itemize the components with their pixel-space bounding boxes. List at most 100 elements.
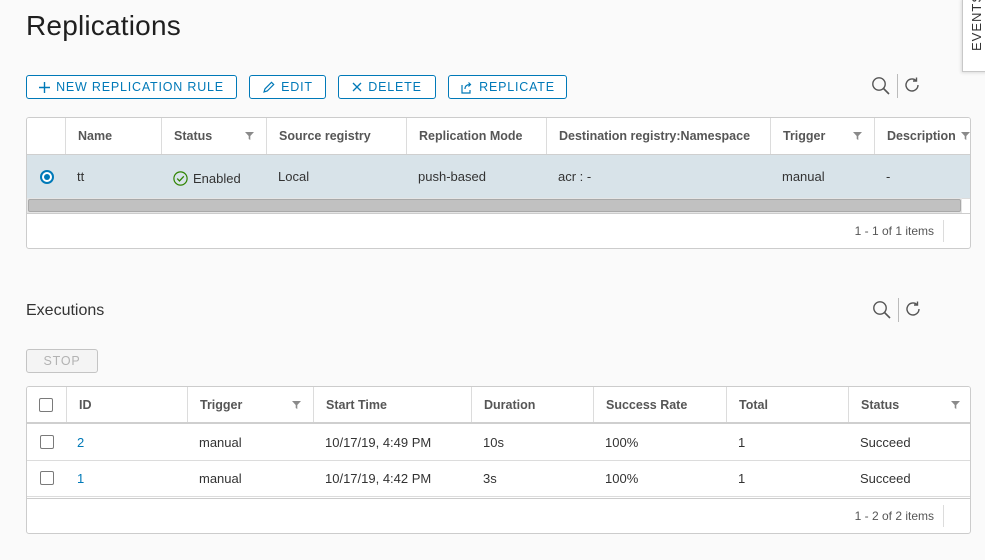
- table-row[interactable]: tt Enabled Local push-based acr : - manu…: [27, 155, 970, 199]
- execution-total: 1: [738, 434, 746, 450]
- execution-start-time: 10/17/19, 4:49 PM: [325, 434, 432, 450]
- column-header-trigger[interactable]: Trigger: [770, 118, 874, 154]
- column-header-start-time-label: Start Time: [326, 397, 387, 412]
- execution-trigger: manual: [199, 470, 242, 486]
- column-header-description[interactable]: Description: [874, 118, 970, 154]
- execution-success-rate: 100%: [605, 470, 639, 486]
- stop-label: STOP: [43, 354, 81, 368]
- check-circle-icon: [173, 171, 188, 186]
- column-header-success-rate-label: Success Rate: [606, 397, 688, 412]
- footer-divider: [943, 220, 944, 242]
- filter-icon[interactable]: [853, 132, 862, 140]
- horizontal-scrollbar[interactable]: [27, 198, 962, 213]
- table-row[interactable]: 1 manual 10/17/19, 4:42 PM 3s 100% 1 Suc…: [27, 460, 970, 497]
- rules-grid-header: Name Status Source registry Replication …: [27, 118, 970, 156]
- rule-description: -: [886, 169, 891, 184]
- rule-mode: push-based: [418, 169, 486, 184]
- column-header-name-label: Name: [78, 129, 113, 143]
- column-header-destination[interactable]: Destination registry:Namespace: [546, 118, 770, 154]
- footer-divider: [943, 505, 944, 527]
- replicate-icon: [461, 81, 472, 94]
- execution-success-rate: 100%: [605, 434, 639, 450]
- events-tab[interactable]: EVENTS: [962, 0, 985, 72]
- scrollbar-thumb[interactable]: [28, 199, 961, 212]
- execution-total: 1: [738, 470, 746, 486]
- delete-button[interactable]: DELETE: [338, 75, 436, 99]
- column-header-name[interactable]: Name: [65, 118, 161, 154]
- column-header-mode-label: Replication Mode: [419, 129, 523, 143]
- select-all-column-header: [27, 387, 66, 422]
- row-select-cell[interactable]: [27, 424, 66, 460]
- search-icon[interactable]: [871, 76, 891, 96]
- column-header-id-label: ID: [79, 397, 92, 412]
- rule-name: tt: [77, 169, 85, 184]
- row-select-cell[interactable]: [27, 155, 65, 198]
- select-column-header: [27, 118, 65, 154]
- rule-trigger: manual: [782, 169, 825, 184]
- edit-button[interactable]: EDIT: [249, 75, 326, 99]
- execution-id-link[interactable]: 2: [65, 424, 84, 460]
- column-header-id[interactable]: ID: [66, 387, 187, 422]
- column-header-source-registry[interactable]: Source registry: [266, 118, 406, 154]
- select-all-checkbox[interactable]: [39, 397, 53, 412]
- rule-status: Enabled: [161, 157, 241, 200]
- executions-item-count: 1 - 2 of 2 items: [854, 509, 934, 523]
- new-replication-rule-button[interactable]: NEW REPLICATION RULE: [26, 75, 237, 99]
- column-header-destination-label: Destination registry:Namespace: [559, 129, 751, 143]
- new-replication-rule-label: NEW REPLICATION RULE: [56, 80, 224, 94]
- executions-title: Executions: [26, 302, 105, 319]
- table-row[interactable]: 2 manual 10/17/19, 4:49 PM 10s 100% 1 Su…: [27, 424, 970, 461]
- row-radio[interactable]: [40, 169, 54, 184]
- filter-icon[interactable]: [245, 132, 254, 140]
- stop-button[interactable]: STOP: [26, 349, 98, 373]
- column-header-success-rate[interactable]: Success Rate: [593, 387, 726, 422]
- row-checkbox[interactable]: [40, 435, 54, 449]
- execution-duration: 3s: [483, 470, 497, 486]
- column-header-total[interactable]: Total: [726, 387, 848, 422]
- column-header-description-label: Description: [887, 129, 956, 143]
- toolbar-divider: [897, 74, 898, 98]
- delete-label: DELETE: [368, 80, 422, 94]
- search-icon[interactable]: [872, 300, 892, 320]
- execution-duration: 10s: [483, 434, 504, 450]
- row-checkbox[interactable]: [40, 471, 54, 485]
- replication-rules-grid: Name Status Source registry Replication …: [26, 117, 971, 249]
- filter-icon[interactable]: [951, 400, 960, 409]
- events-tab-label: EVENTS: [969, 0, 984, 51]
- execution-status: Succeed: [860, 470, 911, 486]
- rules-item-count: 1 - 1 of 1 items: [854, 224, 934, 238]
- column-header-status[interactable]: Status: [161, 118, 266, 154]
- execution-start-time: 10/17/19, 4:42 PM: [325, 470, 432, 486]
- row-select-cell[interactable]: [27, 460, 66, 496]
- column-header-exec-status-label: Status: [861, 397, 900, 412]
- edit-label: EDIT: [281, 80, 313, 94]
- column-header-duration-label: Duration: [484, 397, 536, 412]
- refresh-icon[interactable]: [903, 76, 921, 94]
- column-header-total-label: Total: [739, 397, 768, 412]
- executions-grid-footer: 1 - 2 of 2 items: [27, 498, 970, 533]
- column-header-exec-trigger-label: Trigger: [200, 397, 243, 412]
- column-header-start-time[interactable]: Start Time: [313, 387, 471, 422]
- replicate-button[interactable]: REPLICATE: [448, 75, 567, 99]
- page-title: Replications: [26, 10, 181, 41]
- replicate-label: REPLICATE: [479, 80, 555, 94]
- column-header-source-label: Source registry: [279, 129, 371, 143]
- column-header-exec-trigger[interactable]: Trigger: [187, 387, 313, 422]
- plus-icon: [39, 81, 51, 93]
- refresh-icon[interactable]: [904, 300, 922, 318]
- column-header-exec-status[interactable]: Status: [848, 387, 970, 422]
- executions-toolbar-divider: [898, 298, 899, 322]
- column-header-replication-mode[interactable]: Replication Mode: [406, 118, 546, 154]
- filter-icon[interactable]: [961, 132, 970, 140]
- rule-destination: acr : -: [558, 169, 592, 184]
- column-header-status-label: Status: [174, 129, 213, 143]
- executions-grid-header: ID Trigger Start Time Duration Success R…: [27, 387, 970, 424]
- pencil-icon: [263, 80, 275, 93]
- rule-status-label: Enabled: [193, 171, 241, 186]
- rule-source: Local: [278, 169, 310, 184]
- column-header-duration[interactable]: Duration: [471, 387, 593, 422]
- execution-id-link[interactable]: 1: [65, 460, 84, 496]
- rules-grid-footer: 1 - 1 of 1 items: [27, 213, 970, 248]
- filter-icon[interactable]: [292, 400, 301, 409]
- column-header-trigger-label: Trigger: [783, 129, 826, 143]
